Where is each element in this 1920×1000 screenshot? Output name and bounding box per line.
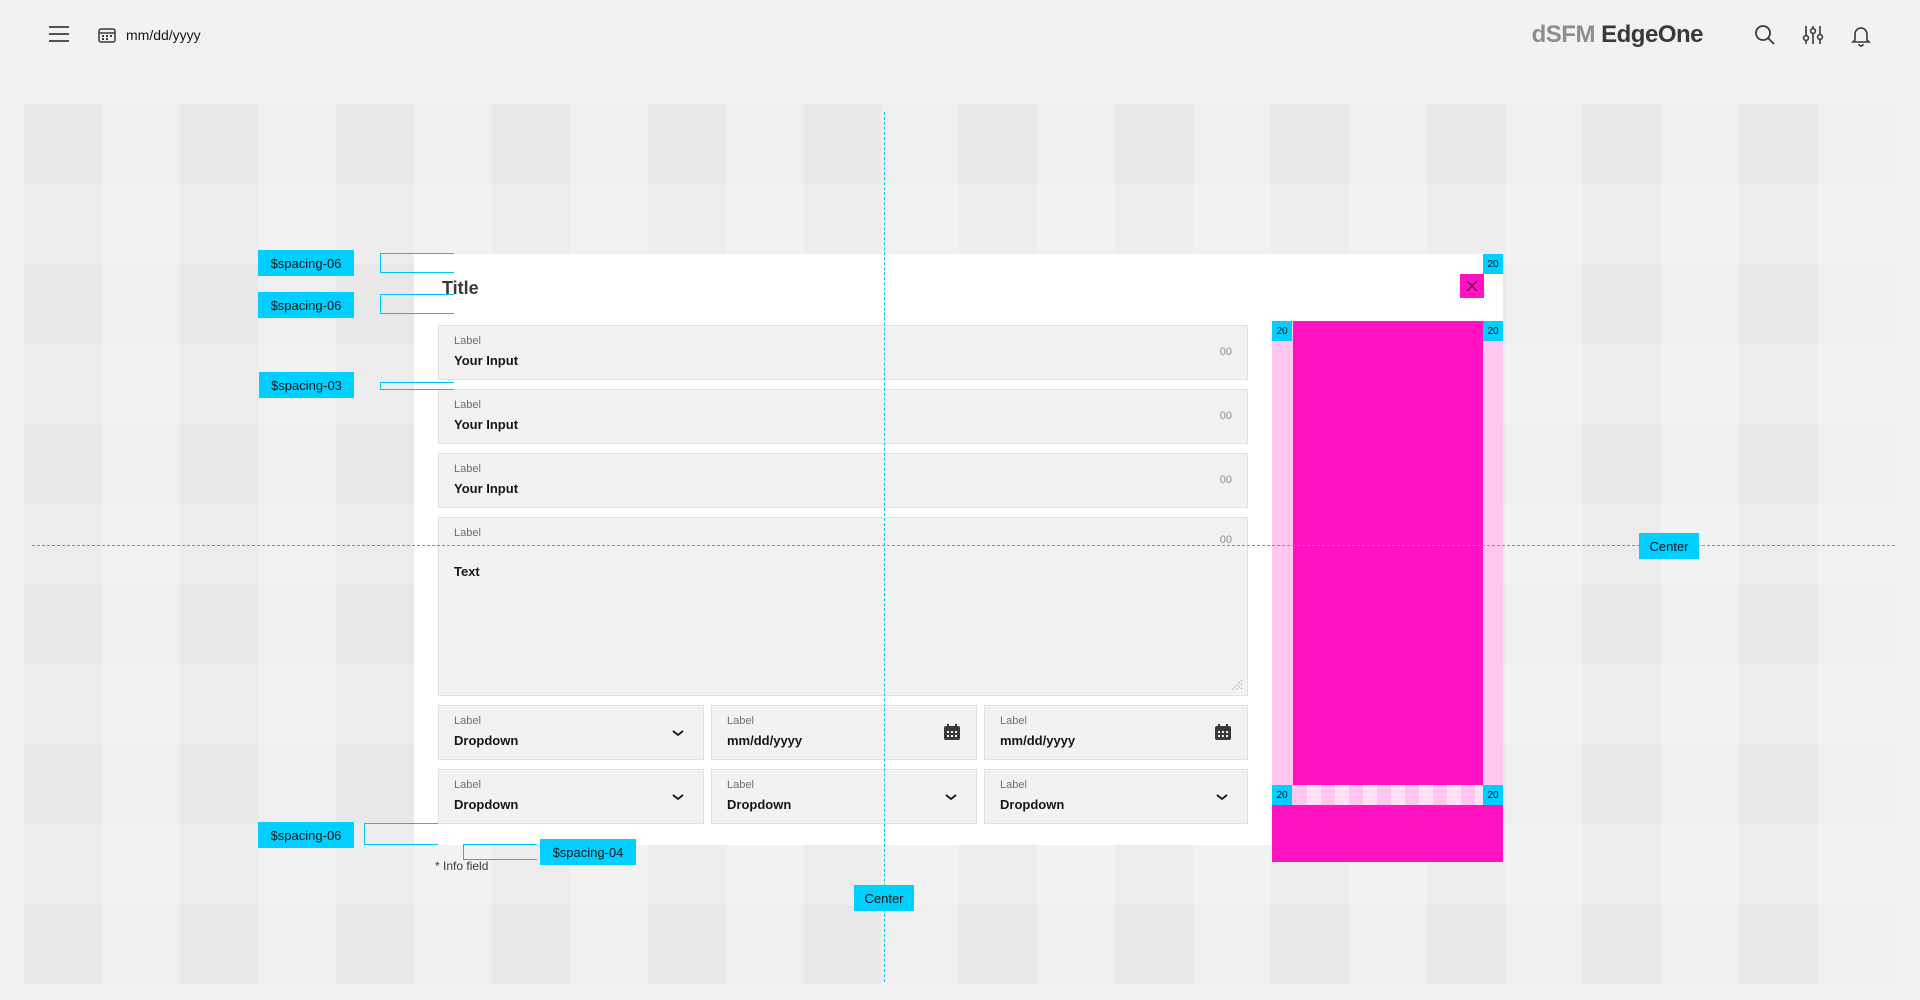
field-value: Your Input [454,417,519,432]
spacing-bracket [463,844,537,860]
chevron-down-icon [945,794,957,801]
field-label: Label [454,527,481,539]
spacing-bracket [380,382,454,390]
header-date-picker[interactable]: mm/dd/yyyy [98,25,201,45]
text-input-3[interactable]: Label Your Input 00 [438,453,1248,508]
side-panel-content [1293,321,1483,785]
spacing-tag-06-top: $spacing-06 [258,250,354,276]
top-header: mm/dd/yyyy dSFM EdgeOne [0,0,1920,70]
spacing-badge: 20 [1272,785,1292,805]
field-label: Label [454,715,481,727]
char-counter: 00 [1219,346,1232,358]
char-counter: 00 [1219,474,1232,486]
field-label: Label [1000,715,1027,727]
spacing-badge: 20 [1272,321,1292,341]
field-label: Label [454,779,481,791]
field-value: mm/dd/yyyy [1000,733,1076,748]
header-date-text: mm/dd/yyyy [126,27,201,43]
field-label: Label [454,463,481,475]
date-picker-r1-2[interactable]: Label mm/dd/yyyy [711,705,977,760]
dropdown-r2-3[interactable]: Label Dropdown [984,769,1248,824]
side-panel-footer [1272,805,1503,862]
side-panel-header [1272,254,1503,321]
calendar-icon[interactable] [943,723,961,741]
spacing-tag-06-title: $spacing-06 [258,292,354,318]
vertical-center-guide [884,112,885,982]
side-panel-stripes [1293,785,1483,805]
char-counter: 00 [1219,410,1232,422]
side-panel-padding [1272,321,1503,805]
date-picker-r1-3[interactable]: Label mm/dd/yyyy [984,705,1248,760]
spacing-badge: 20 [1483,254,1503,274]
field-value: Text [454,564,480,579]
chevron-down-icon [1216,794,1228,801]
dropdown-r2-1[interactable]: Label Dropdown [438,769,704,824]
hamburger-menu-icon[interactable] [49,26,69,42]
brand-suffix: EdgeOne [1594,21,1703,48]
spacing-badge: 20 [1483,785,1503,805]
field-value: Your Input [454,353,519,368]
text-area[interactable]: Label Text 00 [438,517,1248,696]
field-value: Dropdown [1000,797,1065,812]
center-tag-horizontal: Center [1639,533,1699,559]
field-label: Label [454,399,481,411]
calendar-icon[interactable] [1214,723,1232,741]
spacing-badge: 20 [1483,321,1503,341]
horizontal-center-guide [32,545,1895,546]
spacing-tag-03: $spacing-03 [259,372,354,398]
filter-sliders-icon[interactable] [1801,23,1825,47]
dropdown-r1-1[interactable]: Label Dropdown [438,705,704,760]
field-label: Label [727,779,754,791]
spacing-bracket [364,823,438,845]
resize-handle-icon[interactable] [1229,677,1243,691]
spacing-bracket [380,294,454,314]
field-value: Dropdown [454,733,519,748]
spacing-bracket [380,253,454,273]
field-label: Label [454,335,481,347]
text-input-1[interactable]: Label Your Input 00 [438,325,1248,380]
info-note: * Info field [435,859,489,873]
brand-prefix: dSFM [1531,21,1596,48]
modal-dialog: Title Label Your Input 00 Label Your Inp… [414,254,1272,845]
field-label: Label [1000,779,1027,791]
close-button[interactable] [1460,274,1484,298]
field-value: Dropdown [727,797,792,812]
field-label: Label [727,715,754,727]
field-value: Your Input [454,481,519,496]
dropdown-r2-2[interactable]: Label Dropdown [711,769,977,824]
search-icon[interactable] [1753,23,1777,47]
spacing-tag-06-bottom: $spacing-06 [258,822,354,848]
center-tag-vertical: Center [854,885,914,911]
notification-bell-icon[interactable] [1849,23,1873,47]
spacing-tag-04: $spacing-04 [540,839,636,865]
field-value: Dropdown [454,797,519,812]
calendar-icon [98,28,116,43]
chevron-down-icon [672,794,684,801]
side-panel-spec: 20 20 20 20 20 [1272,254,1503,862]
field-value: mm/dd/yyyy [727,733,803,748]
close-icon [1466,280,1478,292]
text-input-2[interactable]: Label Your Input 00 [438,389,1248,444]
brand-logo: dSFM EdgeOne [1531,21,1704,49]
chevron-down-icon [672,730,684,737]
